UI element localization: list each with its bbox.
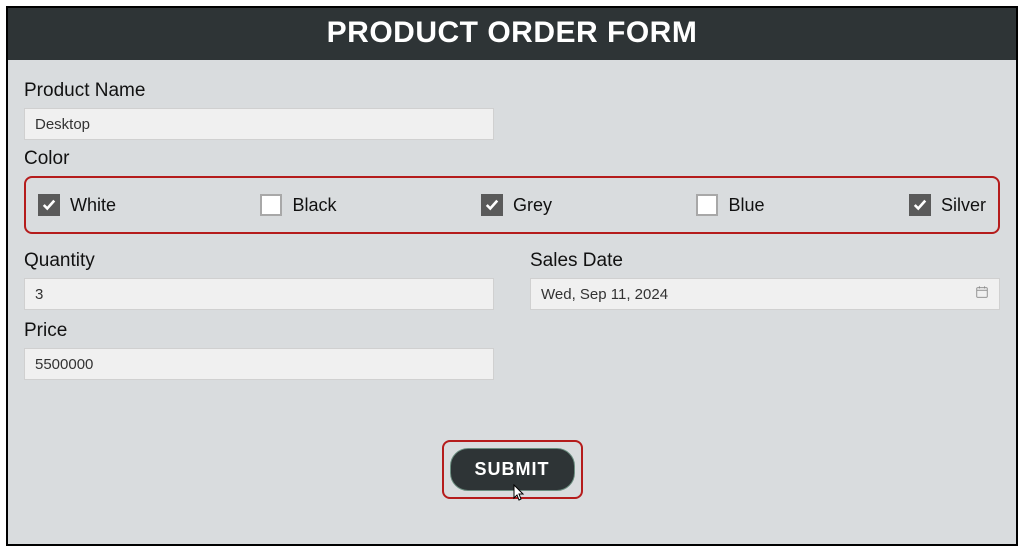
color-option-black: Black [260,194,336,216]
submit-highlight: SUBMIT [442,440,583,499]
silver-checkbox-label: Silver [941,195,986,216]
white-checkbox[interactable] [38,194,60,216]
product-name-label: Product Name [24,80,1000,102]
quantity-input[interactable] [24,278,494,310]
grey-checkbox[interactable] [481,194,503,216]
price-section: Price [24,320,1000,380]
color-option-grey: Grey [481,194,552,216]
check-icon [42,198,56,212]
sales-date-input[interactable]: Wed, Sep 11, 2024 [530,278,1000,310]
price-label: Price [24,320,1000,342]
check-icon [913,198,927,212]
sales-date-value: Wed, Sep 11, 2024 [541,286,668,303]
silver-checkbox[interactable] [909,194,931,216]
quantity-section: Quantity [24,244,494,310]
black-checkbox-label: Black [292,195,336,216]
submit-area: SUBMIT [24,440,1000,499]
color-section: Color White Black [24,148,1000,234]
form-title: PRODUCT ORDER FORM [8,8,1016,60]
white-checkbox-label: White [70,195,116,216]
sales-date-section: Sales Date Wed, Sep 11, 2024 [530,244,1000,310]
color-option-white: White [38,194,116,216]
sales-date-label: Sales Date [530,250,1000,272]
black-checkbox[interactable] [260,194,282,216]
blue-checkbox[interactable] [696,194,718,216]
calendar-icon [975,285,989,303]
quantity-label: Quantity [24,250,494,272]
grey-checkbox-label: Grey [513,195,552,216]
product-name-input[interactable] [24,108,494,140]
color-option-silver: Silver [909,194,986,216]
color-options-highlight: White Black Grey [24,176,1000,234]
form-body: Product Name Color White Black [8,60,1016,544]
quantity-date-row: Quantity Sales Date Wed, Sep 11, 2024 [24,244,1000,310]
form-window: PRODUCT ORDER FORM Product Name Color Wh… [6,6,1018,546]
color-label: Color [24,148,1000,170]
check-icon [485,198,499,212]
product-name-section: Product Name [24,80,1000,140]
price-input[interactable] [24,348,494,380]
submit-button[interactable]: SUBMIT [450,448,575,491]
color-option-blue: Blue [696,194,764,216]
blue-checkbox-label: Blue [728,195,764,216]
